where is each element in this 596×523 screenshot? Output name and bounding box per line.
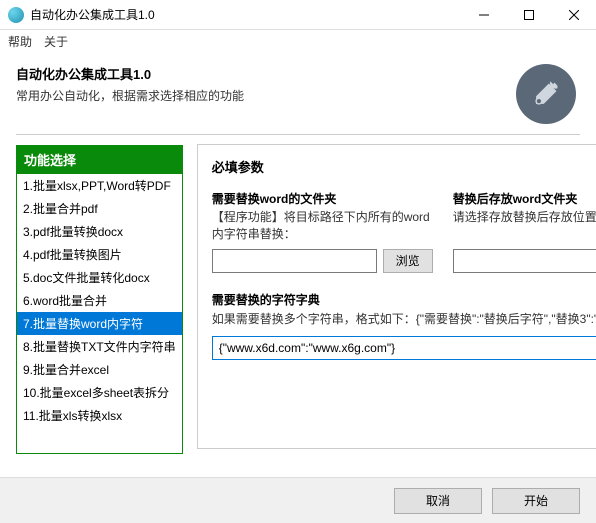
maximize-button[interactable] xyxy=(506,0,551,30)
dest-desc: 请选择存放替换后存放位置： xyxy=(453,209,596,226)
sidebar-item[interactable]: 1.批量xlsx,PPT,Word转PDF xyxy=(17,174,182,197)
header: 自动化办公集成工具1.0 常用办公自动化，根据需求选择相应的功能 xyxy=(16,64,580,124)
panel-title: 必填参数 xyxy=(212,157,596,176)
page-title: 自动化办公集成工具1.0 xyxy=(16,64,244,83)
start-button[interactable]: 开始 xyxy=(492,488,580,514)
cancel-button[interactable]: 取消 xyxy=(394,488,482,514)
sidebar-item[interactable]: 10.批量excel多sheet表拆分 xyxy=(17,381,182,404)
dest-input[interactable] xyxy=(453,249,596,273)
sidebar-item[interactable]: 4.pdf批量转换图片 xyxy=(17,243,182,266)
tools-icon xyxy=(516,64,576,124)
sidebar-item[interactable]: 11.批量xls转换xlsx xyxy=(17,404,182,427)
sidebar-item[interactable]: 7.批量替换word内字符 xyxy=(17,312,182,335)
sidebar: 功能选择 1.批量xlsx,PPT,Word转PDF2.批量合并pdf3.pdf… xyxy=(16,145,183,454)
source-browse-button[interactable]: 浏览 xyxy=(383,249,433,273)
window-title: 自动化办公集成工具1.0 xyxy=(30,6,461,23)
close-button[interactable] xyxy=(551,0,596,30)
page-subtitle: 常用办公自动化，根据需求选择相应的功能 xyxy=(16,87,244,104)
sidebar-list: 1.批量xlsx,PPT,Word转PDF2.批量合并pdf3.pdf批量转换d… xyxy=(16,174,183,454)
menu-about[interactable]: 关于 xyxy=(44,33,68,50)
app-icon xyxy=(8,7,24,23)
window-controls xyxy=(461,0,596,30)
source-desc: 【程序功能】将目标路径下内所有的word内字符串替换： xyxy=(212,209,433,243)
menu-help[interactable]: 帮助 xyxy=(8,33,32,50)
sidebar-item[interactable]: 8.批量替换TXT文件内字符串 xyxy=(17,335,182,358)
sidebar-title: 功能选择 xyxy=(16,145,183,174)
sidebar-item[interactable]: 9.批量合并excel xyxy=(17,358,182,381)
source-input[interactable] xyxy=(212,249,377,273)
footer: 取消 开始 xyxy=(0,477,596,523)
sidebar-item[interactable]: 5.doc文件批量转化docx xyxy=(17,266,182,289)
menubar: 帮助 关于 xyxy=(0,30,596,52)
dict-desc: 如果需要替换多个字符串，格式如下：{"需要替换":"替换后字符","替换3":"… xyxy=(212,310,596,328)
source-label: 需要替换word的文件夹 xyxy=(212,190,433,207)
params-panel: 必填参数 需要替换word的文件夹 【程序功能】将目标路径下内所有的word内字… xyxy=(197,144,596,449)
divider xyxy=(16,134,580,135)
minimize-button[interactable] xyxy=(461,0,506,30)
sidebar-item[interactable]: 6.word批量合并 xyxy=(17,289,182,312)
dict-input[interactable] xyxy=(212,336,596,360)
dest-label: 替换后存放word文件夹 xyxy=(453,190,596,207)
sidebar-item[interactable]: 2.批量合并pdf xyxy=(17,197,182,220)
sidebar-item[interactable]: 3.pdf批量转换docx xyxy=(17,220,182,243)
dict-label: 需要替换的字符字典 xyxy=(212,291,596,308)
titlebar: 自动化办公集成工具1.0 xyxy=(0,0,596,30)
